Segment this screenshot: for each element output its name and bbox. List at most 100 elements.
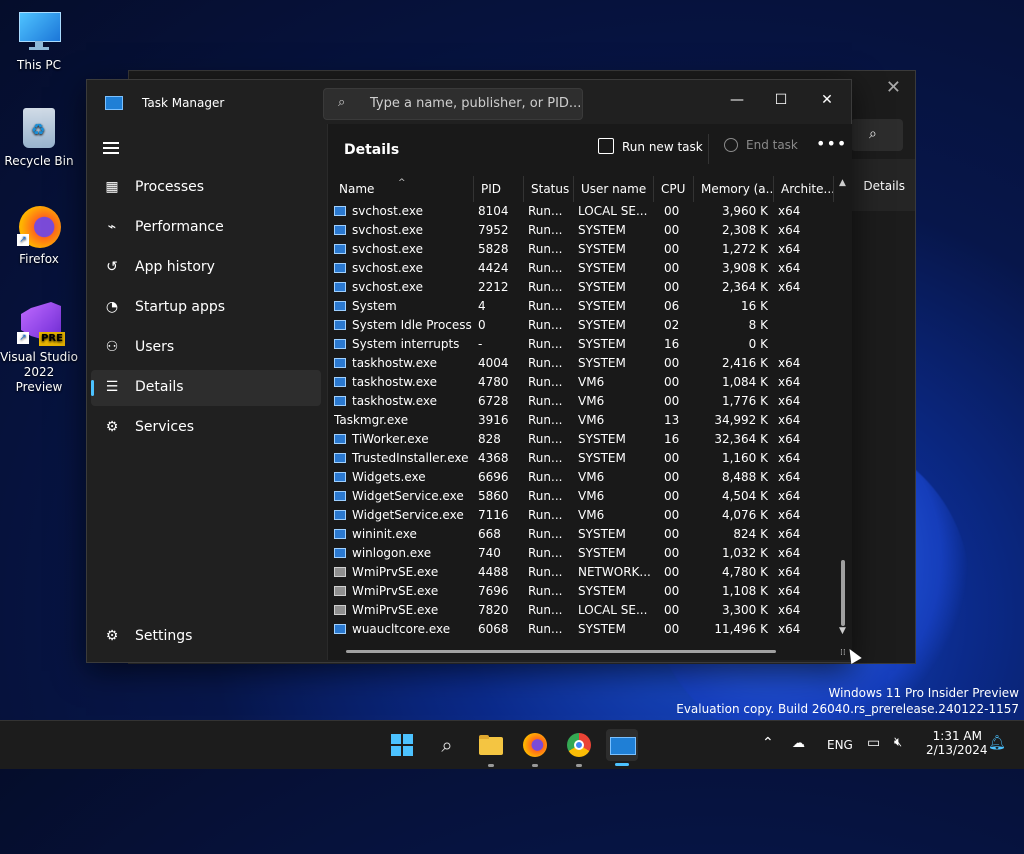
task-manager-taskbar-icon[interactable]	[606, 729, 638, 761]
cell-text: 1,160 K	[721, 451, 768, 465]
start-button[interactable]	[386, 729, 418, 761]
nav-item-services[interactable]: ⚙ Services	[91, 410, 321, 446]
show-hidden-icons-chevron-icon[interactable]: ⌃	[762, 735, 774, 751]
cell-text: Widgets.exe	[352, 470, 426, 484]
language-indicator[interactable]: ENG	[827, 738, 853, 752]
cell-cpu: 00	[664, 563, 688, 582]
column-header-architecture[interactable]: Archite...	[774, 176, 834, 202]
maximize-button[interactable]: ☐	[759, 86, 803, 114]
vertical-scrollbar[interactable]: ▲ ▼	[836, 176, 850, 638]
scroll-thumb[interactable]	[841, 560, 845, 626]
table-row[interactable]: taskhostw.exe 4780 Run... VM6 00 1,084 K x64	[332, 373, 832, 392]
column-header-status[interactable]: Status	[524, 176, 574, 202]
desktop-icon-visual-studio[interactable]: PRE ↗ Visual Studio 2022 Preview	[0, 302, 78, 395]
table-row[interactable]: WmiPrvSE.exe 7696 Run... SYSTEM 00 1,108 K x64	[332, 582, 832, 601]
table-row[interactable]: WmiPrvSE.exe 7820 Run... LOCAL SE... 00 3,300…	[332, 601, 832, 620]
table-row[interactable]: TiWorker.exe 828 Run... SYSTEM 16 32,364 K x64	[332, 430, 832, 449]
window-title: Task Manager	[142, 96, 225, 110]
cell-arch: x64	[778, 506, 828, 525]
background-tab-details[interactable]: Details	[863, 179, 905, 193]
cell-text: 00	[664, 508, 680, 522]
firefox-taskbar-icon[interactable]	[519, 729, 551, 761]
table-row[interactable]: System 4 Run... SYSTEM 06 16 K	[332, 297, 832, 316]
table-row[interactable]: svchost.exe 5828 Run... SYSTEM 00 1,272 K x64	[332, 240, 832, 259]
table-row[interactable]: svchost.exe 8104 Run... LOCAL SE... 00 3,960 …	[332, 202, 832, 221]
minimize-button[interactable]: —	[715, 86, 759, 114]
nav-item-processes[interactable]: ▦ Processes	[91, 170, 321, 206]
table-row[interactable]: TrustedInstaller.exe 4368 Run... SYSTEM 00 1,…	[332, 449, 832, 468]
cell-text: 4,076 K	[721, 508, 768, 522]
cell-text: 4488	[478, 565, 509, 579]
table-row[interactable]: WmiPrvSE.exe 4488 Run... NETWORK... 00 4,780 …	[332, 563, 832, 582]
cell-status: Run...	[528, 487, 572, 506]
details-icon: ☰	[105, 379, 119, 395]
nav-item-users[interactable]: ⚇ Users	[91, 330, 321, 366]
task-manager-window[interactable]: Task Manager ⌕ Type a name, publisher, o…	[86, 79, 852, 663]
table-row[interactable]: Widgets.exe 6696 Run... VM6 00 8,488 K x64	[332, 468, 832, 487]
nav-item-startup-apps[interactable]: ◔ Startup apps	[91, 290, 321, 326]
scroll-down-icon[interactable]: ▼	[839, 626, 846, 636]
clock[interactable]: 1:31 AM 2/13/2024	[926, 729, 988, 757]
cell-text: x64	[778, 546, 801, 560]
startup-apps-icon: ◔	[105, 299, 119, 315]
chrome-icon[interactable]	[563, 729, 595, 761]
title-bar[interactable]: Task Manager ⌕ Type a name, publisher, o…	[87, 80, 851, 124]
scroll-up-icon[interactable]: ▲	[839, 178, 846, 188]
table-row[interactable]: System interrupts - Run... SYSTEM 16 0 K	[332, 335, 832, 354]
table-row[interactable]: taskhostw.exe 6728 Run... VM6 00 1,776 K x64	[332, 392, 832, 411]
nav-item-details[interactable]: ☰ Details	[91, 370, 321, 406]
hamburger-menu-icon[interactable]	[103, 142, 119, 154]
cell-text: 00	[664, 584, 680, 598]
onedrive-cloud-icon[interactable]: ☁	[792, 736, 805, 751]
volume-muted-icon[interactable]: 🔇︎	[894, 735, 902, 750]
table-row[interactable]: svchost.exe 7952 Run... SYSTEM 00 2,308 K x64	[332, 221, 832, 240]
column-header-memory[interactable]: Memory (a...	[694, 176, 774, 202]
cell-mem: 3,908 K	[698, 259, 768, 278]
nav-item-performance[interactable]: ⌁ Performance	[91, 210, 321, 246]
more-options-icon[interactable]: •••	[816, 134, 847, 153]
close-button[interactable]: ✕	[805, 86, 849, 114]
cell-status: Run...	[528, 468, 572, 487]
desktop-icon-recycle-bin[interactable]: ♻ Recycle Bin	[0, 106, 78, 169]
cell-user: VM6	[578, 487, 650, 506]
process-icon	[334, 377, 346, 387]
table-row[interactable]: WidgetService.exe 5860 Run... VM6 00 4,504 K x…	[332, 487, 832, 506]
wmi-process-icon	[334, 586, 346, 596]
watermark-line-1: Windows 11 Pro Insider Preview	[828, 686, 1019, 700]
column-header-pid[interactable]: PID	[474, 176, 524, 202]
table-row[interactable]: Taskmgr.exe 3916 Run... VM6 13 34,992 K x64	[332, 411, 832, 430]
table-row[interactable]: System Idle Process 0 Run... SYSTEM 02 8 K	[332, 316, 832, 335]
close-icon[interactable]: ✕	[886, 77, 901, 98]
nav-item-settings[interactable]: ⚙ Settings	[91, 619, 321, 655]
notification-bell-icon[interactable]: 🔔︎	[988, 735, 1006, 751]
cell-text: 00	[664, 451, 680, 465]
cell-name: winlogon.exe	[334, 544, 472, 563]
desktop-icon-firefox[interactable]: ↗ Firefox	[0, 204, 78, 267]
nav-item-app-history[interactable]: ↺ App history	[91, 250, 321, 286]
cell-name: Widgets.exe	[334, 468, 472, 487]
network-icon[interactable]: ▭	[867, 735, 880, 751]
cell-name: System interrupts	[334, 335, 472, 354]
table-row[interactable]: wininit.exe 668 Run... SYSTEM 00 824 K x64	[332, 525, 832, 544]
cell-text: TiWorker.exe	[352, 432, 429, 446]
search-taskbar-icon[interactable]: ⌕	[431, 729, 463, 761]
column-header-user-name[interactable]: User name	[574, 176, 654, 202]
table-row[interactable]: wuaucltcore.exe 6068 Run... SYSTEM 00 11,496 …	[332, 620, 832, 636]
cell-text: x64	[778, 603, 801, 617]
table-row[interactable]: svchost.exe 2212 Run... SYSTEM 00 2,364 K x64	[332, 278, 832, 297]
desktop-icon-this-pc[interactable]: This PC	[0, 10, 78, 73]
process-icon	[334, 529, 346, 539]
horizontal-scrollbar[interactable]	[346, 650, 776, 653]
search-input[interactable]: ⌕ Type a name, publisher, or PID...	[323, 88, 583, 120]
table-row[interactable]: winlogon.exe 740 Run... SYSTEM 00 1,032 K x64	[332, 544, 832, 563]
table-row[interactable]: taskhostw.exe 4004 Run... SYSTEM 00 2,416 K x6…	[332, 354, 832, 373]
run-new-task-button[interactable]: Run new task	[598, 138, 703, 160]
table-row[interactable]: WidgetService.exe 7116 Run... VM6 00 4,076 K x…	[332, 506, 832, 525]
table-row[interactable]: svchost.exe 4424 Run... SYSTEM 00 3,908 K x64	[332, 259, 832, 278]
background-search-button[interactable]: ⌕	[851, 119, 903, 151]
file-explorer-icon[interactable]	[475, 729, 507, 761]
cell-mem: 3,960 K	[698, 202, 768, 221]
column-header-cpu[interactable]: CPU	[654, 176, 694, 202]
end-task-button[interactable]: End task	[724, 138, 798, 152]
column-header-name[interactable]: Name ^	[332, 176, 474, 202]
